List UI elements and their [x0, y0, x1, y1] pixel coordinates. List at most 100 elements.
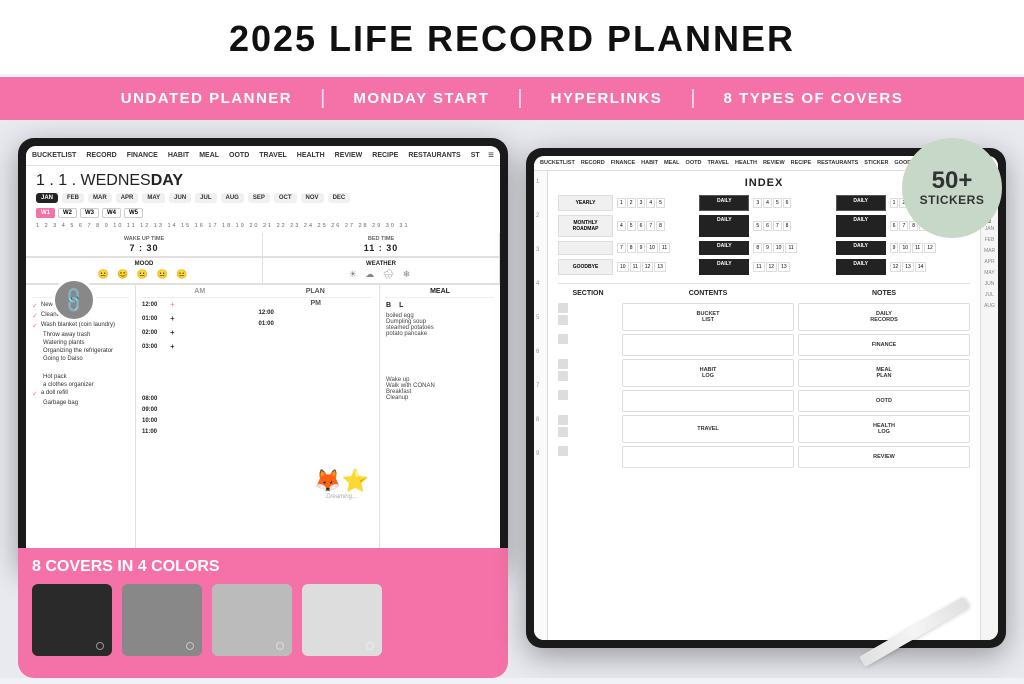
banner-sep-1: | [320, 87, 325, 110]
r-nav-ootd: OOTD [686, 160, 702, 166]
time-0800: 08:00 [142, 396, 373, 402]
meal-header: MEAL [386, 288, 494, 298]
nums-2: 3 4 5 6 [751, 195, 833, 211]
month-jul[interactable]: JUL [195, 193, 216, 203]
header: 2025 LIFE RECORD PLANNER [0, 0, 1024, 77]
banner-item-1: UNDATED PLANNER [93, 90, 320, 107]
todo-item-4: Throw away trash [32, 332, 129, 338]
r-nav-travel: TRAVEL [707, 160, 729, 166]
month-jun[interactable]: JUN [169, 193, 191, 203]
section-row-habit: HABITLOG MEALPLAN [558, 359, 970, 387]
row-5: 5 [536, 315, 545, 321]
row-6: 6 [536, 349, 545, 355]
wake-label: WAKE UP TIME [34, 236, 254, 242]
todo-item-9: a clothes organizer [32, 382, 129, 388]
week-3[interactable]: W3 [80, 208, 99, 218]
row-9: 9 [536, 451, 545, 457]
cover-dot-verylightgray [366, 642, 374, 650]
section-row-ootd: OOTD [558, 390, 970, 412]
meal-sizes: B L [386, 302, 494, 309]
index-grid-4: GOODBYE 10 11 12 13 DAILY 11 12 [558, 259, 970, 275]
review-box: REVIEW [798, 446, 970, 468]
nav-ootd: OOTD [229, 152, 249, 159]
time-0200-am: 02:00+ [142, 328, 257, 337]
review-empty-box [622, 446, 794, 468]
sticker-count: 50+ [932, 169, 973, 193]
r-nav-bucketlist: BUCKETLIST [540, 160, 575, 166]
cover-verylightgray [302, 584, 382, 656]
time-1000: 10:00 [142, 418, 373, 424]
r-nav-review: REVIEW [763, 160, 785, 166]
row-3: 3 [536, 247, 545, 253]
month-mar[interactable]: MAR [88, 193, 112, 203]
month-aug[interactable]: AUG [221, 193, 244, 203]
cover-dot-gray [186, 642, 194, 650]
week-4[interactable]: W4 [102, 208, 121, 218]
notes-header-label: NOTES [798, 290, 970, 297]
finance-box: FINANCE [798, 334, 970, 356]
week-5[interactable]: W5 [124, 208, 143, 218]
cover-dot-dark [96, 642, 104, 650]
month-dec[interactable]: DEC [328, 193, 351, 203]
month-nov[interactable]: NOV [301, 193, 324, 203]
r-nav-habit: HABIT [641, 160, 658, 166]
todo-item-6: Organizing the refrigerator [32, 348, 129, 354]
covers-title: 8 COVERS IN 4 COLORS [32, 558, 494, 576]
section-row-review: REVIEW [558, 446, 970, 468]
meal-item-4: potato pancake [386, 331, 494, 337]
meal-section: MEAL B L boiled egg Dumpling soup steame… [380, 285, 500, 560]
month-jan[interactable]: JAN [36, 193, 58, 203]
section-row-1: BUCKETLIST DAILYRECORDS [558, 303, 970, 331]
hyperlink-icon: 🔗 [59, 285, 90, 316]
week-tabs: W1 W2 W3 W4 W5 [36, 208, 490, 218]
index-page: INDEX YEARLY 1 2 3 4 5 DAILY [548, 171, 980, 640]
left-planner-device: BUCKETLIST RECORD FINANCE HABIT MEAL OOT… [18, 138, 508, 568]
todo-item-7: Going to Daiso [32, 356, 129, 362]
nav-sticker: STICKER [471, 152, 480, 159]
cover-gray [122, 584, 202, 656]
r-nav-recipe: RECIPE [791, 160, 811, 166]
row-8: 8 [536, 417, 545, 423]
time-0100-am: 01:00+ [142, 314, 257, 323]
month-oct[interactable]: OCT [274, 193, 297, 203]
finance-label: FINANCE [872, 342, 896, 348]
meal-b: B [386, 302, 391, 309]
finance-empty-box [622, 334, 794, 356]
sidebar-apr: APR [984, 259, 994, 265]
cover-dot-lightgray [276, 642, 284, 650]
banner-sep-2: | [517, 87, 522, 110]
section-icon-5 [558, 371, 568, 381]
am-label: AM [142, 288, 258, 295]
fox-image: 🦊⭐ Dreaming... [314, 468, 369, 500]
todo-section: TO DO ✓New Year's plan ✓Cleanup ✓Wash bl… [26, 285, 136, 560]
bed-time-cell: BED TIME 11 : 30 [263, 233, 500, 256]
section-header: SECTION CONTENTS NOTES [558, 283, 970, 297]
month-may[interactable]: MAY [142, 193, 165, 203]
month-apr[interactable]: APR [116, 193, 139, 203]
r-nav-finance: FINANCE [611, 160, 635, 166]
page-title: 2025 LIFE RECORD PLANNER [0, 18, 1024, 60]
week-1[interactable]: W1 [36, 208, 55, 218]
section-icon-2 [558, 315, 568, 325]
nav-restaurants: RESTAURANTS [408, 152, 460, 159]
right-content-area: 1 2 3 4 5 6 7 8 9 INDEX [534, 171, 998, 640]
month-feb[interactable]: FEB [62, 193, 84, 203]
bed-time: 11 : 30 [271, 243, 491, 253]
row-7: 7 [536, 383, 545, 389]
habit-box: HABITLOG [622, 359, 794, 387]
daily-records-label: DAILYRECORDS [870, 311, 898, 323]
health-log-box: HEALTHLOG [798, 415, 970, 443]
section-icon-6 [558, 390, 568, 400]
goodbye-label: GOODBYE [558, 259, 613, 275]
sidebar-jan: JAN [985, 226, 994, 232]
time-1200-am: 12:00+ [142, 300, 257, 309]
row-1: 1 [536, 179, 545, 185]
week-2[interactable]: W2 [58, 208, 77, 218]
month-sep[interactable]: SEP [248, 193, 270, 203]
bed-label: BED TIME [271, 236, 491, 242]
index-grid-3: 7 8 9 10 11 DAILY 8 9 10 11 [558, 241, 970, 255]
feature-banner: UNDATED PLANNER | MONDAY START | HYPERLI… [0, 77, 1024, 120]
health-log-label: HEALTHLOG [873, 423, 895, 435]
contents-header-label: CONTENTS [622, 290, 794, 297]
meal-plan-box: MEALPLAN [798, 359, 970, 387]
